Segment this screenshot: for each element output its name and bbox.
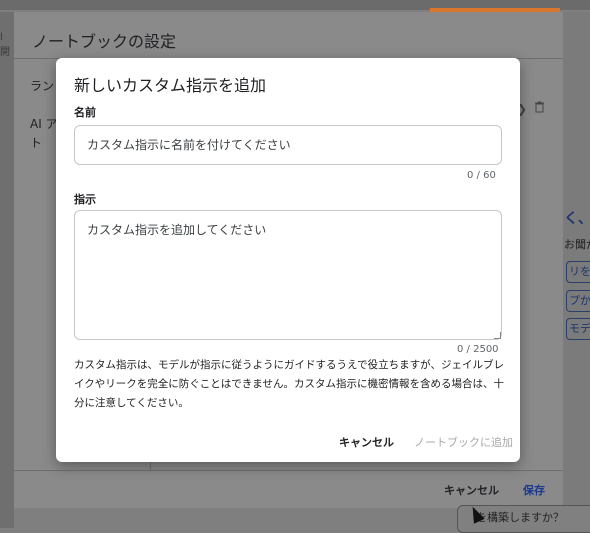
settings-cancel-button[interactable]: キャンセル: [444, 482, 499, 498]
instruction-counter: 0 / 2500: [457, 344, 499, 355]
app-left-edge: l 開: [0, 12, 14, 528]
add-custom-instruction-dialog: 新しいカスタム指示を追加 名前 0 / 60 指示 0 / 2500 カスタム指…: [56, 58, 520, 462]
settings-nav-item-ai-cont: ト: [30, 136, 43, 150]
name-label: 名前: [74, 106, 96, 119]
settings-title: ノートブックの設定: [32, 32, 177, 51]
dialog-title: 新しいカスタム指示を追加: [74, 76, 267, 95]
right-suggestion-1[interactable]: リを: [566, 261, 590, 283]
name-counter: 0 / 60: [467, 170, 496, 181]
settings-save-button[interactable]: 保存: [523, 482, 545, 498]
instruction-textarea[interactable]: [74, 210, 502, 340]
right-fragment-2: お聞か: [564, 238, 590, 251]
cancel-button[interactable]: キャンセル: [339, 434, 394, 450]
name-input[interactable]: [74, 125, 502, 165]
right-suggestion-3[interactable]: モデル: [566, 318, 590, 340]
right-fragment-1: く、: [564, 211, 590, 227]
left-fragment-text: l 開: [0, 32, 10, 58]
settings-nav-item-ai[interactable]: AI ア: [30, 115, 58, 132]
help-text: カスタム指示は、モデルが指示に従うようにガイドするうえで役立ちますが、ジェイルブ…: [74, 359, 504, 409]
settings-nav-item-language[interactable]: ラン: [30, 77, 54, 94]
instruction-label: 指示: [74, 193, 96, 206]
right-suggestion-2[interactable]: プから: [566, 290, 590, 312]
add-to-notebook-button[interactable]: ノートブックに追加: [414, 434, 513, 450]
textarea-resize-handle[interactable]: [494, 332, 501, 339]
trash-icon[interactable]: [534, 101, 545, 116]
settings-footer-divider: [14, 470, 563, 471]
